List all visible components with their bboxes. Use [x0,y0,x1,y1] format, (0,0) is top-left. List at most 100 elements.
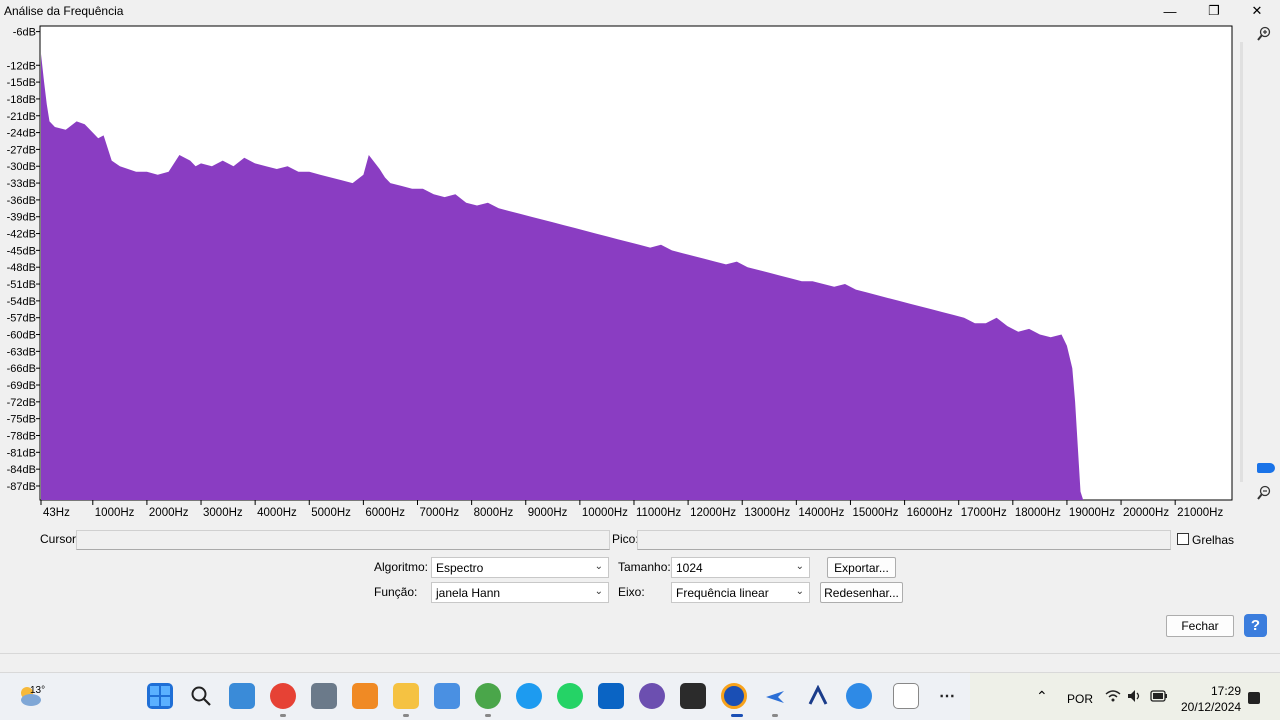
function-select[interactable]: janela Hann ⌄ [431,582,609,603]
clock-time[interactable]: 17:29 [1211,684,1241,698]
axis-label: Eixo: [618,585,645,599]
x-tick-label: 10000Hz [582,507,628,519]
photos-app-icon[interactable] [229,683,255,709]
axis-value: Frequência linear [676,586,769,600]
y-tick-label: -15dB [7,77,36,89]
running-indicator [403,714,409,717]
redraw-button[interactable]: Redesenhar... [820,582,903,603]
zoom-out-icon[interactable] [1256,485,1272,501]
y-tick-label: -72dB [7,397,36,409]
winamp-icon[interactable] [680,683,706,709]
maximize-button[interactable]: ❐ [1195,0,1233,22]
airplane-app-icon[interactable] [762,683,788,709]
y-tick-label: -75dB [7,414,36,426]
y-tick-label: -57dB [7,313,36,325]
vpn-app-icon[interactable] [805,683,831,709]
spectrum-plot-area: -6dB -12dB -15dB -18dB -21dB -24dB -27dB -30dB -… [0,22,1280,522]
y-tick-label: -21dB [7,111,36,123]
export-button[interactable]: Exportar... [827,557,896,578]
y-tick-label: -24dB [7,128,36,140]
weather-temp: 13° [30,685,46,696]
size-value: 1024 [676,561,703,575]
x-tick-label: 13000Hz [744,507,790,519]
x-tick-label: 15000Hz [852,507,898,519]
notification-icon[interactable] [1247,691,1261,708]
y-tick-label: -87dB [7,481,36,493]
calculator-icon[interactable] [311,683,337,709]
help-button[interactable]: ? [1244,614,1267,637]
chevron-up-icon[interactable]: ⌃ [1036,688,1048,705]
y-tick-label: -27dB [7,144,36,156]
chrome-icon[interactable] [270,683,296,709]
active-indicator [731,714,743,717]
audacity-icon[interactable] [721,683,747,709]
utorrent-icon[interactable] [475,683,501,709]
y-tick-label: -42dB [7,229,36,241]
close-button[interactable]: Fechar [1166,615,1234,637]
grid-label: Grelhas [1192,533,1235,547]
axis-select[interactable]: Frequência linear ⌄ [671,582,810,603]
weather-widget[interactable]: 13° [16,683,56,711]
grid-checkbox[interactable] [1177,533,1189,545]
y-tick-label: -30dB [7,161,36,173]
frequency-analysis-window: Análise da Frequência — ❐ ✕ -6dB -12dB -15… [0,0,1280,672]
network-app-icon[interactable] [434,683,460,709]
y-tick-label: -48dB [7,262,36,274]
outlook-icon[interactable] [598,683,624,709]
windows-start-icon[interactable] [147,683,173,709]
cursor-label: Cursor: [40,532,80,546]
algorithm-select[interactable]: Espectro ⌄ [431,557,609,578]
x-tick-label: 6000Hz [365,507,405,519]
whatsapp-icon[interactable] [557,683,583,709]
y-tick-label: -84dB [7,464,36,476]
battery-icon[interactable] [1150,690,1168,705]
function-label: Função: [374,585,418,599]
clock-date[interactable]: 20/12/2024 [1181,700,1241,714]
minimize-button[interactable]: — [1151,0,1189,22]
function-value: janela Hann [436,586,501,600]
podcast-app-icon[interactable] [639,683,665,709]
browser-icon[interactable] [846,683,872,709]
wifi-icon[interactable] [1105,689,1121,706]
zoom-in-icon[interactable] [1256,26,1272,42]
algorithm-value: Espectro [436,561,484,575]
chevron-down-icon: ⌄ [594,561,603,572]
help-app-icon[interactable] [516,683,542,709]
running-indicator [485,714,491,717]
chevron-down-icon: ⌄ [795,561,804,572]
y-tick-label: -63dB [7,346,36,358]
file-explorer-icon[interactable] [393,683,419,709]
y-tick-label: -81dB [7,447,36,459]
close-window-button[interactable]: ✕ [1238,0,1276,22]
search-icon[interactable] [188,683,214,709]
language-indicator[interactable]: POR [1067,692,1093,706]
y-tick-label: -78dB [7,430,36,442]
cursor-field [76,530,610,550]
media-player-icon[interactable] [352,683,378,709]
document-icon[interactable] [893,683,919,709]
y-tick-label: -36dB [7,195,36,207]
more-apps-icon[interactable]: ⋯ [934,683,960,709]
y-tick-label: -33dB [7,178,36,190]
y-tick-label: -54dB [7,296,36,308]
x-tick-label: 7000Hz [420,507,460,519]
size-select[interactable]: 1024 ⌄ [671,557,810,578]
running-indicator [772,714,778,717]
zoom-slider-track[interactable] [1240,42,1243,482]
size-label: Tamanho: [618,560,671,574]
x-tick-label: 21000Hz [1177,507,1223,519]
zoom-slider-handle[interactable] [1257,463,1275,473]
peak-label: Pico: [612,532,639,546]
volume-icon[interactable] [1127,689,1143,706]
y-tick-label: -60dB [7,330,36,342]
y-tick-label: -12dB [7,60,36,72]
x-tick-label: 20000Hz [1123,507,1169,519]
running-indicator [280,714,286,717]
x-tick-label: 14000Hz [798,507,844,519]
x-tick-label: 1000Hz [95,507,135,519]
algorithm-label: Algoritmo: [374,560,429,574]
y-tick-label: -51dB [7,279,36,291]
spectrum-chart: -6dB -12dB -15dB -18dB -21dB -24dB -27dB -30dB -… [7,25,1233,519]
y-tick-label: -39dB [7,212,36,224]
x-tick-label: 18000Hz [1015,507,1061,519]
